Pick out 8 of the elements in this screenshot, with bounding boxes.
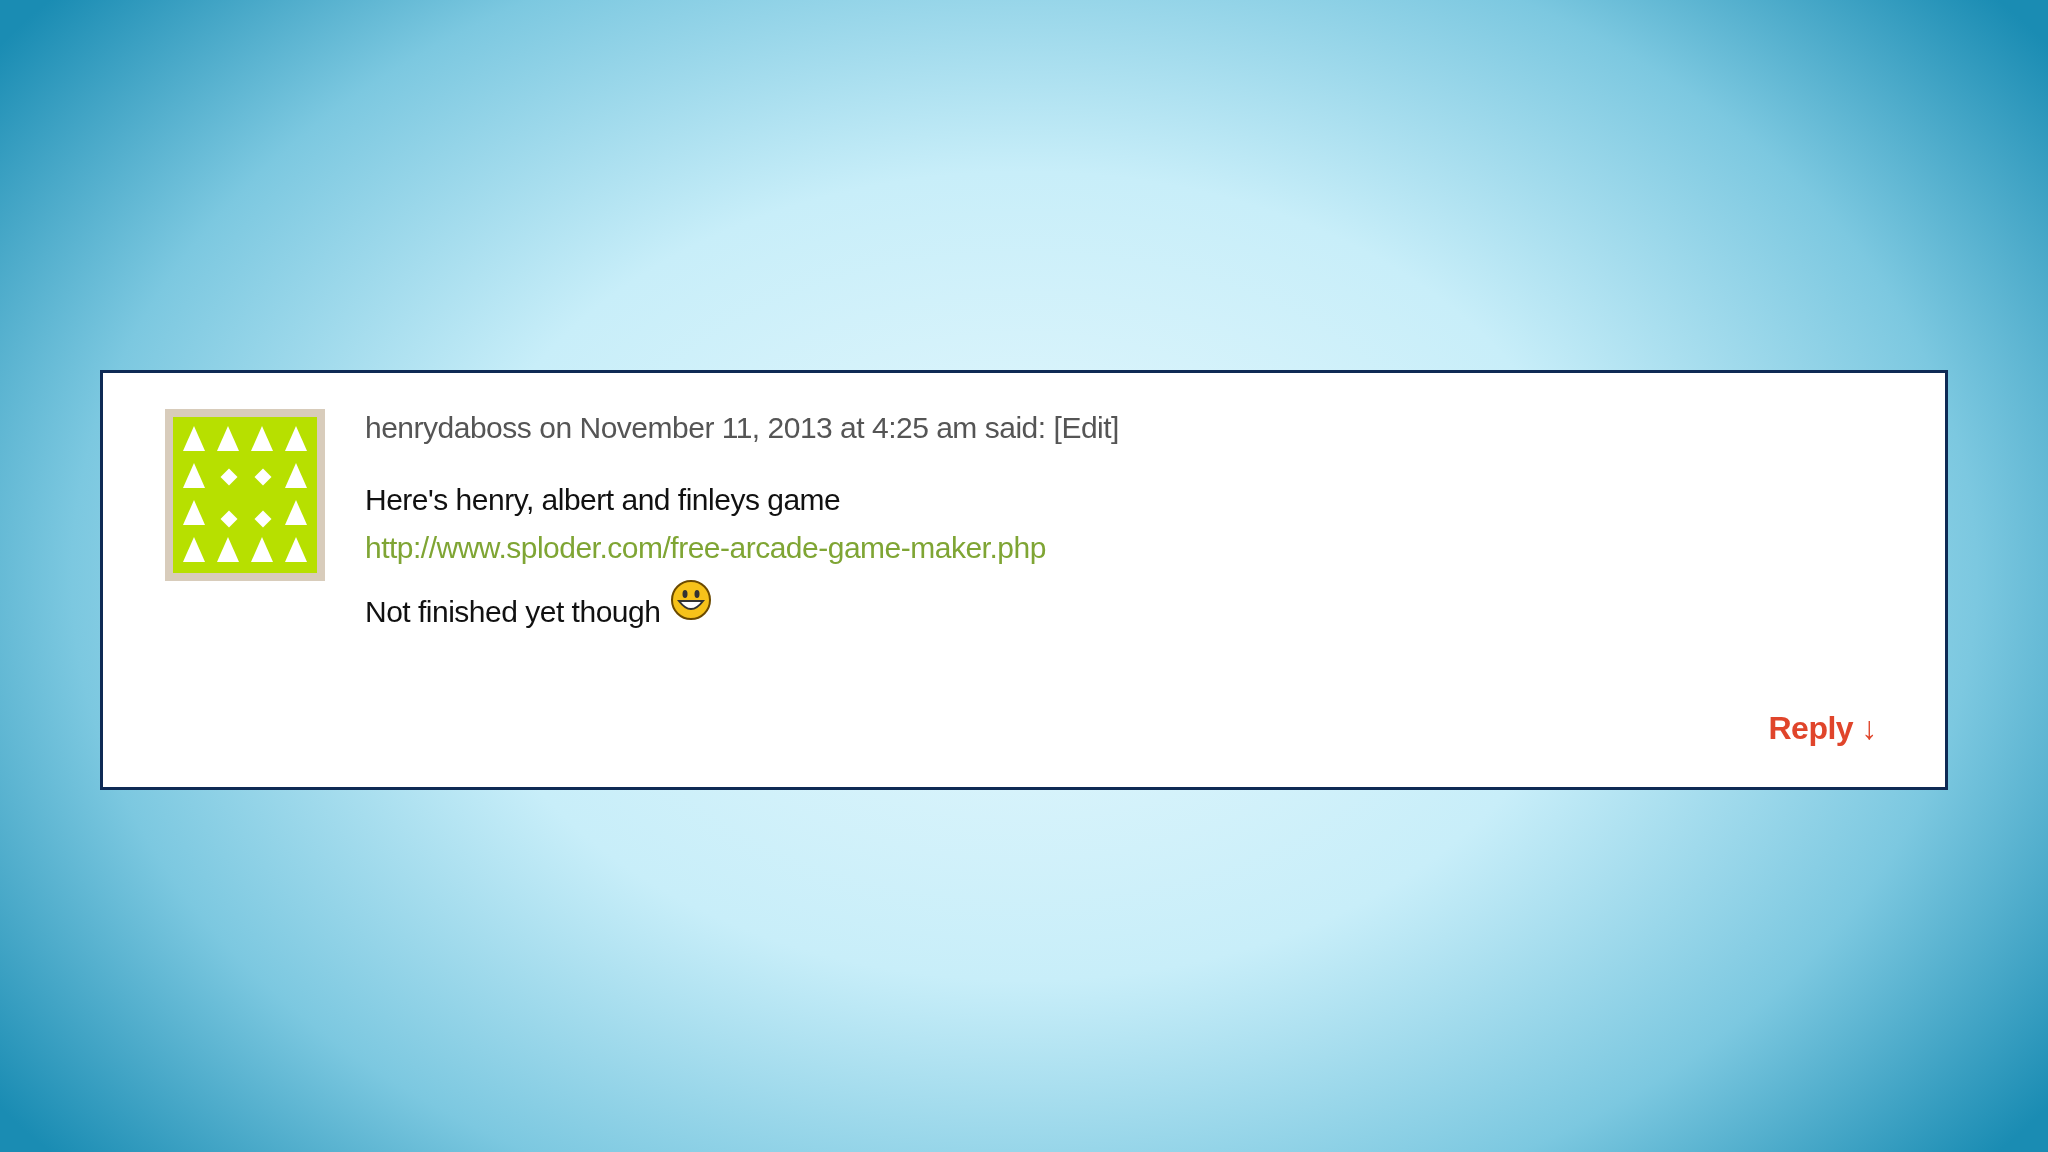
comment-link[interactable]: http://www.sploder.com/free-arcade-game-maker.php xyxy=(365,531,1046,565)
reply-link[interactable]: Reply ↓ xyxy=(1768,710,1877,747)
comment-text: Here's henry, albert and finleys game xyxy=(365,483,841,517)
smiley-icon xyxy=(670,579,713,621)
comment-author: henrydaboss xyxy=(365,411,532,445)
comment-text: Not finished yet though xyxy=(365,595,661,629)
comment-meta: on November 11, 2013 at 4:25 am said: xyxy=(539,411,1046,445)
edit-link[interactable]: [Edit] xyxy=(1053,411,1119,445)
